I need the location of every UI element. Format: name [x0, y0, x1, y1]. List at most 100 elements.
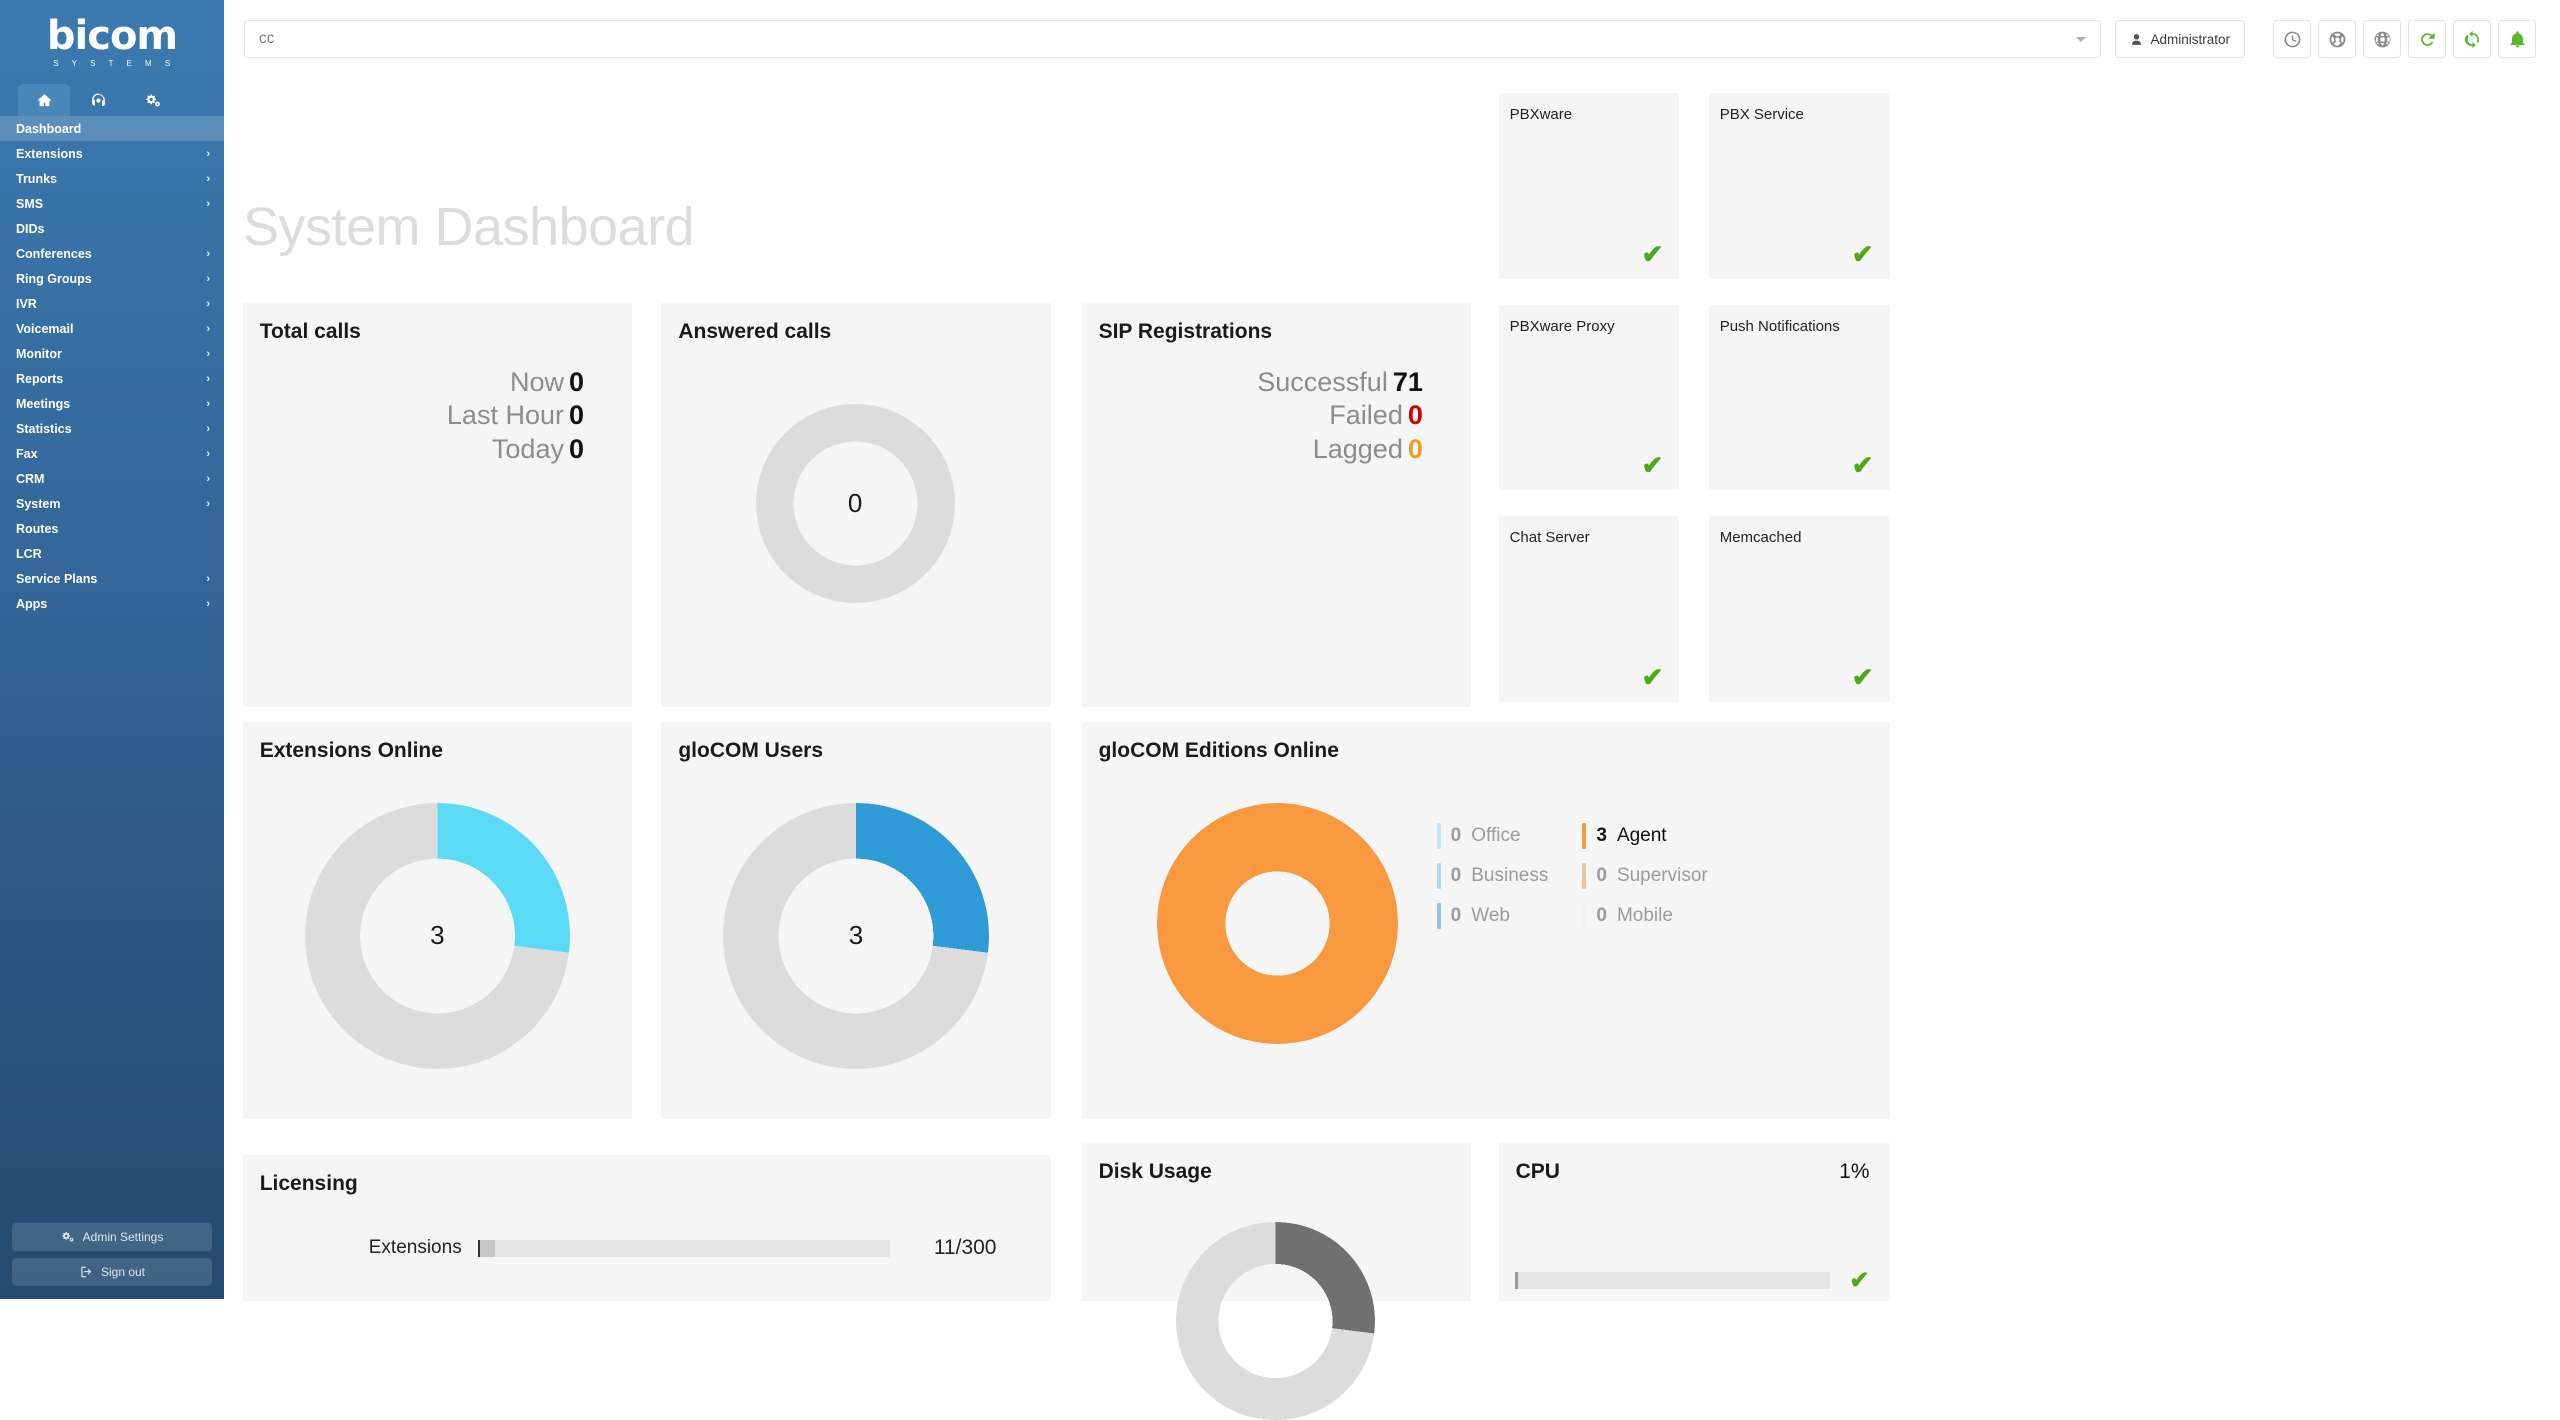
stat-label: Lagged	[1312, 433, 1403, 464]
home-icon	[36, 93, 52, 106]
licensing-label: Extensions	[368, 1237, 462, 1259]
service-card-chat-server: Chat Server ✔	[1498, 516, 1680, 703]
stat-label: Today	[491, 433, 564, 464]
sidebar-tab-row	[0, 84, 224, 116]
chevron-right-icon: ›	[206, 397, 210, 410]
sidebar-item-dashboard[interactable]: Dashboard	[0, 116, 224, 141]
legend-item-mobile[interactable]: 0 Mobile	[1582, 902, 1707, 929]
sidebar-item-statistics[interactable]: Statistics ›	[0, 416, 224, 441]
sidebar-item-fax[interactable]: Fax ›	[0, 441, 224, 466]
bell-icon	[2509, 30, 2525, 47]
sidebar-item-label: Extensions	[16, 146, 83, 161]
admin-settings-button[interactable]: Admin Settings	[12, 1223, 212, 1251]
glocom-users-title: gloCOM Users	[678, 738, 824, 762]
legend-item-business[interactable]: 0 Business	[1436, 862, 1549, 889]
sidebar-item-apps[interactable]: Apps ›	[0, 591, 224, 616]
sidebar-item-conferences[interactable]: Conferences ›	[0, 241, 224, 266]
sidebar-item-label: Dashboard	[16, 121, 82, 136]
total-calls-title: Total calls	[259, 319, 361, 343]
legend-item-web[interactable]: 0 Web	[1436, 902, 1549, 929]
user-menu-button[interactable]: Administrator	[2115, 20, 2245, 58]
sidebar-item-label: System	[16, 496, 61, 511]
sidebar-item-dids[interactable]: DIDs	[0, 216, 224, 241]
status-ok-icon: ✔	[1851, 450, 1874, 481]
sidebar-item-monitor[interactable]: Monitor ›	[0, 341, 224, 366]
sidebar-item-ring-groups[interactable]: Ring Groups ›	[0, 266, 224, 291]
sync-button[interactable]	[2453, 20, 2491, 58]
donut-ring	[1176, 1221, 1375, 1420]
sign-out-icon	[81, 1266, 92, 1278]
disk-usage-card: Disk Usage	[1081, 1143, 1471, 1420]
sidebar-item-ivr[interactable]: IVR ›	[0, 291, 224, 316]
sidebar-tab-settings[interactable]	[126, 84, 178, 116]
sidebar-item-system[interactable]: System ›	[0, 491, 224, 516]
donut-center-value: 0	[847, 487, 863, 518]
sidebar-item-sms[interactable]: SMS ›	[0, 191, 224, 216]
stat-value: 0	[1407, 433, 1423, 464]
sidebar-item-label: CRM	[16, 471, 45, 486]
service-card-push-notifications: Push Notifications ✔	[1708, 304, 1890, 491]
chevron-right-icon: ›	[206, 172, 210, 185]
glocom-users-donut: 3	[723, 803, 989, 1069]
status-ok-icon: ✔	[1641, 450, 1664, 481]
answered-calls-title: Answered calls	[678, 319, 832, 343]
sidebar-item-label: IVR	[16, 296, 37, 311]
search-box[interactable]	[244, 20, 2102, 58]
answered-calls-donut: 0	[755, 403, 955, 603]
sidebar-item-lcr[interactable]: LCR	[0, 541, 224, 566]
sidebar-item-label: Conferences	[16, 246, 92, 261]
sidebar-item-trunks[interactable]: Trunks ›	[0, 166, 224, 191]
sidebar-tab-headset[interactable]	[72, 84, 124, 116]
clock-button[interactable]	[2273, 20, 2311, 58]
sidebar-tab-home[interactable]	[18, 84, 70, 116]
language-button[interactable]	[2363, 20, 2401, 58]
stat-row: Today 0	[243, 433, 584, 466]
top-header: Administrator	[224, 0, 2560, 78]
total-calls-card: Total calls Now 0 Last Hour 0 Today 0	[242, 302, 632, 707]
stat-label: Successful	[1257, 367, 1388, 398]
admin-settings-label: Admin Settings	[82, 1230, 164, 1244]
disk-usage-donut	[1176, 1221, 1375, 1420]
sidebar-item-label: Apps	[16, 596, 48, 611]
sidebar-item-label: Statistics	[16, 421, 72, 436]
sidebar-item-label: Ring Groups	[16, 271, 92, 286]
sidebar-item-voicemail[interactable]: Voicemail ›	[0, 316, 224, 341]
legend-item-supervisor[interactable]: 0 Supervisor	[1582, 862, 1708, 889]
legend-item-office[interactable]: 0 Office	[1436, 822, 1549, 849]
licensing-progress-bar	[477, 1239, 890, 1257]
sidebar-item-extensions[interactable]: Extensions ›	[0, 141, 224, 166]
sidebar-item-service-plans[interactable]: Service Plans ›	[0, 566, 224, 591]
notifications-button[interactable]	[2498, 20, 2536, 58]
brand-logo[interactable]: bicom S Y S T E M S	[0, 0, 224, 84]
chevron-right-icon: ›	[206, 247, 210, 260]
chevron-right-icon: ›	[206, 497, 210, 510]
donut-center-value: 3	[848, 920, 864, 951]
chevron-right-icon: ›	[206, 572, 210, 585]
sidebar-item-meetings[interactable]: Meetings ›	[0, 391, 224, 416]
status-ok-icon: ✔	[1641, 662, 1664, 693]
stat-value: 71	[1392, 367, 1423, 398]
legend-value: 0	[1596, 904, 1607, 926]
legend-label: Supervisor	[1616, 864, 1708, 886]
chevron-right-icon: ›	[206, 422, 210, 435]
donut-ring	[1156, 803, 1398, 1045]
sidebar-item-reports[interactable]: Reports ›	[0, 366, 224, 391]
support-button[interactable]	[2318, 20, 2356, 58]
service-name: Memcached	[1719, 529, 1802, 547]
sip-stats: Successful 71 Failed 0 Lagged 0	[1082, 344, 1471, 466]
sidebar-item-crm[interactable]: CRM ›	[0, 466, 224, 491]
chevron-down-icon[interactable]	[2076, 36, 2087, 42]
sign-out-button[interactable]: Sign out	[12, 1258, 212, 1286]
legend-item-agent[interactable]: 3 Agent	[1582, 822, 1707, 849]
page-title: System Dashboard	[243, 197, 695, 257]
legend-label: Business	[1471, 864, 1549, 886]
sidebar-item-label: LCR	[16, 546, 42, 561]
service-name: PBX Service	[1719, 105, 1804, 123]
legend-color-swatch	[1582, 902, 1587, 929]
stat-row: Last Hour 0	[243, 399, 584, 432]
search-input[interactable]	[259, 31, 2077, 47]
sidebar-item-routes[interactable]: Routes	[0, 516, 224, 541]
sidebar-item-label: Voicemail	[16, 321, 74, 336]
reload-button[interactable]	[2408, 20, 2446, 58]
service-card-pbxware-proxy: PBXware Proxy ✔	[1498, 304, 1680, 491]
